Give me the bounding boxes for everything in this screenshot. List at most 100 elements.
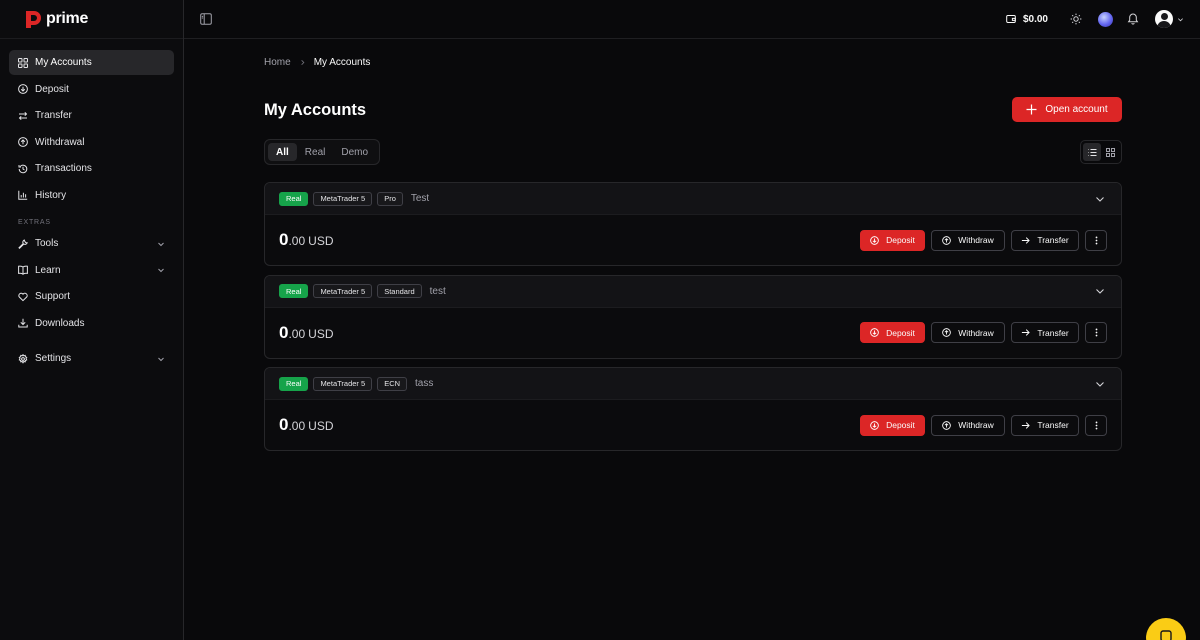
sidebar-toggle-icon[interactable] — [200, 13, 212, 25]
account-filter-tabs: All Real Demo — [264, 139, 381, 165]
heart-icon — [18, 292, 28, 301]
account-type-badge: Real — [279, 284, 309, 298]
sidebar-item-transfer[interactable]: Transfer — [9, 103, 174, 128]
more-options-button[interactable] — [1085, 322, 1107, 343]
deposit-label: Deposit — [886, 235, 915, 245]
account-balance: 0 .00 USD — [279, 323, 334, 343]
balance-amount: $0.00 — [1022, 13, 1048, 25]
sidebar-item-withdrawal[interactable]: Withdrawal — [9, 130, 174, 155]
account-list: Real MetaTrader 5 Pro Test 0 .00 USD Dep… — [264, 182, 1122, 460]
sun-icon[interactable] — [1070, 13, 1082, 25]
deposit-label: Deposit — [886, 420, 915, 430]
arrow-down-circle-icon — [870, 235, 879, 245]
sidebar: prime My Accounts Deposit Transfer Withd… — [0, 0, 184, 640]
breadcrumb-home[interactable]: Home — [264, 57, 291, 68]
sidebar-item-deposit[interactable]: Deposit — [9, 77, 174, 102]
more-options-button[interactable] — [1085, 229, 1107, 251]
chevron-down-icon — [158, 268, 164, 273]
balance-currency: USD — [308, 326, 334, 341]
account-card-header[interactable]: Real MetaTrader 5 ECN tass — [265, 368, 1121, 400]
sidebar-item-downloads[interactable]: Downloads — [9, 311, 174, 336]
deposit-button[interactable]: Deposit — [860, 322, 925, 343]
tab-all[interactable]: All — [268, 143, 297, 161]
open-account-button[interactable]: Open account — [1012, 97, 1122, 122]
balance-integer: 0 — [279, 322, 289, 342]
account-card-header[interactable]: Real MetaTrader 5 Standard test — [265, 275, 1121, 308]
sidebar-item-my-accounts[interactable]: My Accounts — [9, 50, 174, 75]
bar-chart-icon — [18, 190, 28, 200]
chevron-down-icon — [158, 357, 164, 361]
withdraw-label: Withdraw — [958, 420, 994, 430]
gear-icon — [18, 353, 28, 364]
sidebar-item-settings[interactable]: Settings — [9, 346, 174, 371]
deposit-label: Deposit — [886, 327, 915, 338]
balance-decimal: .00 — [288, 234, 306, 248]
arrow-down-circle-icon — [870, 420, 879, 430]
grid-icon — [18, 57, 28, 68]
deposit-button[interactable]: Deposit — [860, 414, 925, 436]
grid-view-button[interactable] — [1101, 143, 1119, 161]
logo-text: prime — [46, 10, 89, 27]
chevron-down-icon[interactable] — [1177, 16, 1184, 23]
history-icon — [18, 164, 28, 173]
open-account-label: Open account — [1045, 104, 1108, 115]
sidebar-item-label: My Accounts — [35, 57, 92, 68]
account-name: tass — [415, 378, 434, 389]
arrow-up-circle-icon — [18, 137, 28, 147]
sidebar-item-label: History — [35, 189, 67, 201]
more-vertical-icon — [1095, 421, 1097, 429]
breadcrumb: Home My Accounts — [264, 57, 370, 68]
bell-icon[interactable] — [1127, 13, 1139, 25]
balance-decimal: .00 — [288, 419, 306, 433]
account-type-badge: Real — [279, 191, 309, 206]
chevron-down-icon[interactable] — [1095, 286, 1105, 296]
transfer-button[interactable]: Transfer — [1011, 322, 1079, 343]
download-icon — [18, 318, 28, 328]
chevron-right-icon — [301, 60, 305, 65]
top-header: $0.00 — [184, 0, 1200, 39]
deposit-button[interactable]: Deposit — [860, 229, 925, 251]
logo[interactable]: prime — [0, 0, 183, 39]
sidebar-item-transactions[interactable]: Transactions — [9, 156, 174, 181]
help-chat-button[interactable] — [1146, 618, 1186, 640]
balance-currency: USD — [308, 234, 334, 248]
chat-icon — [1160, 630, 1172, 640]
withdraw-button[interactable]: Withdraw — [931, 322, 1005, 343]
chevron-down-icon[interactable] — [1095, 194, 1105, 204]
list-view-button[interactable] — [1083, 143, 1101, 161]
transfer-button[interactable]: Transfer — [1011, 414, 1079, 436]
account-card: Real MetaTrader 5 Standard test 0 .00 US… — [264, 274, 1122, 359]
account-card: Real MetaTrader 5 Pro Test 0 .00 USD Dep… — [264, 182, 1122, 266]
sidebar-item-label: Learn — [35, 264, 61, 276]
sidebar-item-label: Withdrawal — [35, 136, 85, 148]
tab-demo[interactable]: Demo — [333, 143, 376, 161]
wallet-balance[interactable]: $0.00 — [1006, 14, 1048, 25]
account-card: Real MetaTrader 5 ECN tass 0 .00 USD Dep… — [264, 367, 1122, 451]
more-options-button[interactable] — [1085, 414, 1107, 436]
platform-badge: MetaTrader 5 — [313, 284, 373, 298]
tab-real[interactable]: Real — [297, 143, 334, 161]
sidebar-item-tools[interactable]: Tools — [9, 231, 174, 256]
account-tier-badge: Standard — [377, 284, 422, 298]
sidebar-item-support[interactable]: Support — [9, 284, 174, 309]
chevron-down-icon[interactable] — [1095, 379, 1105, 389]
arrow-up-circle-icon — [942, 328, 952, 337]
page-title: My Accounts — [264, 101, 367, 119]
withdraw-button[interactable]: Withdraw — [931, 229, 1005, 251]
balance-currency: USD — [308, 419, 334, 433]
transfer-label: Transfer — [1037, 235, 1069, 245]
arrow-down-circle-icon — [870, 328, 879, 337]
wallet-icon — [1006, 15, 1016, 23]
account-card-header[interactable]: Real MetaTrader 5 Pro Test — [265, 183, 1121, 215]
ai-assistant-orb-icon[interactable] — [1098, 11, 1113, 27]
sidebar-item-history[interactable]: History — [9, 183, 174, 208]
sidebar-item-label: Transfer — [35, 110, 72, 121]
transfer-button[interactable]: Transfer — [1011, 229, 1079, 251]
withdraw-button[interactable]: Withdraw — [931, 414, 1005, 436]
sidebar-nav: My Accounts Deposit Transfer Withdrawal … — [0, 39, 183, 371]
sidebar-item-label: Settings — [35, 353, 72, 364]
sidebar-item-label: Transactions — [35, 163, 92, 174]
arrow-up-circle-icon — [942, 420, 952, 430]
avatar[interactable] — [1155, 10, 1173, 28]
sidebar-item-learn[interactable]: Learn — [9, 258, 174, 283]
